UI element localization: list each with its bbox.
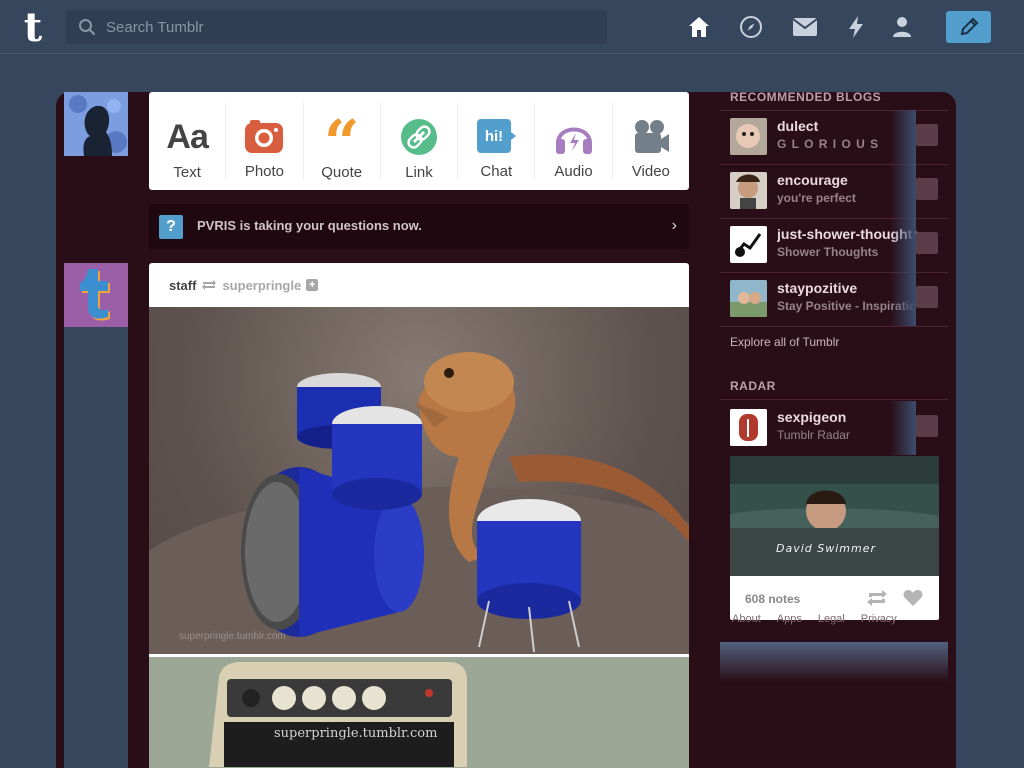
post-type-label: Photo (244, 163, 285, 180)
like-heart-icon[interactable] (903, 589, 923, 612)
explore-link[interactable]: Explore all of Tumblr (730, 335, 839, 349)
blog-avatar[interactable] (730, 280, 767, 317)
image-caption: David Swimmer (776, 542, 876, 555)
inbox-envelope-icon[interactable] (792, 14, 818, 40)
search-box[interactable] (66, 10, 607, 44)
reblog-icon[interactable] (866, 589, 888, 612)
logo-letter: t (24, 7, 43, 47)
blog-avatar[interactable] (730, 226, 767, 263)
recommended-blog-item[interactable]: encourage you're perfect (720, 164, 948, 218)
svg-text:hi!: hi! (485, 128, 503, 145)
post-type-video[interactable]: Video (613, 102, 689, 180)
post-photo-amplifier[interactable]: superpringle.tumblr.com (149, 657, 689, 768)
follow-button[interactable] (916, 415, 938, 437)
question-icon: ? (159, 215, 183, 239)
radar-post-card[interactable]: David Swimmer 608 notes (730, 456, 939, 620)
blog-avatar[interactable] (730, 118, 767, 155)
search-input[interactable] (106, 10, 596, 44)
blog-avatar[interactable] (730, 409, 767, 446)
post-type-label: Video (631, 163, 670, 180)
account-person-icon[interactable] (889, 14, 915, 40)
footer-link-apps[interactable]: Apps (777, 613, 802, 625)
camera-icon (243, 118, 285, 155)
search-icon (79, 19, 96, 36)
follow-button[interactable] (916, 232, 938, 254)
post-header: staff superpringle + (149, 263, 689, 307)
fade-overlay (890, 164, 916, 218)
post-type-label: Link (405, 164, 433, 181)
post-type-label: Text (173, 164, 201, 181)
footer-link-about[interactable]: About (732, 613, 761, 625)
text-icon: Aa (166, 117, 208, 156)
compose-post-button[interactable] (946, 11, 991, 43)
follow-button[interactable] (916, 178, 938, 200)
footer-link-legal[interactable]: Legal (818, 613, 845, 625)
post-author[interactable]: staff (169, 278, 196, 293)
post-type-photo[interactable]: Photo (226, 102, 304, 180)
radar-image[interactable]: David Swimmer (730, 456, 939, 576)
notes-count[interactable]: 608 notes (745, 592, 800, 606)
recommended-blog-item[interactable]: staypozitive Stay Positive - Inspiration (720, 272, 948, 326)
user-avatar[interactable] (64, 92, 128, 156)
explore-compass-icon[interactable] (738, 14, 764, 40)
activity-lightning-icon[interactable] (843, 14, 869, 40)
recommended-blog-item[interactable]: just-shower-thoughts Shower Thoughts (720, 218, 948, 272)
post-type-chat[interactable]: hi! Chat (458, 102, 536, 180)
follow-plus-icon[interactable]: + (306, 279, 319, 291)
pencil-icon (960, 17, 978, 36)
post-type-label: Chat (480, 163, 513, 180)
post-type-audio[interactable]: Audio (535, 102, 613, 180)
chat-icon: hi! (475, 118, 517, 155)
reblog-icon (202, 280, 217, 290)
fade-overlay (890, 110, 916, 164)
recommended-blogs-title: RECOMMENDED BLOGS (730, 90, 882, 104)
follow-button[interactable] (916, 124, 938, 146)
photo-watermark: superpringle.tumblr.com (179, 631, 286, 642)
quote-icon: “ (323, 106, 360, 179)
radar-blog-item[interactable]: sexpigeon Tumblr Radar (720, 401, 948, 455)
link-icon (398, 118, 440, 156)
post-type-label: Quote (321, 164, 363, 181)
divider (720, 399, 948, 400)
staff-avatar[interactable] (64, 263, 128, 327)
video-camera-icon (630, 118, 672, 155)
headphones-icon (553, 118, 595, 155)
radar-title: RADAR (730, 379, 776, 393)
post-photo-lizard-drums[interactable]: superpringle.tumblr.com (149, 307, 689, 654)
dashboard-post: staff superpringle + superpringle.tumblr… (149, 263, 689, 768)
footer-links: About Apps Legal Privacy (732, 613, 897, 625)
banner-text: PVRIS is taking your questions now. (197, 218, 422, 233)
tumblr-logo[interactable]: t (16, 4, 50, 51)
post-avatar-column (64, 263, 128, 768)
top-navigation-bar: t (0, 0, 1024, 54)
photo-watermark: superpringle.tumblr.com (274, 726, 437, 741)
home-icon[interactable] (686, 14, 712, 40)
post-type-link[interactable]: Link (381, 102, 459, 181)
fade-overlay (890, 272, 916, 326)
recommended-blog-item[interactable]: dulect G L O R I O U S (720, 110, 948, 164)
footer-fade (720, 642, 948, 682)
footer-link-privacy[interactable]: Privacy (861, 613, 897, 625)
post-type-label: Audio (554, 163, 593, 180)
post-type-selector: Aa Text Photo “ Quote Link hi! Chat Audi… (149, 92, 689, 190)
post-type-quote[interactable]: “ Quote (304, 102, 381, 181)
answer-time-banner[interactable]: ? PVRIS is taking your questions now. › (149, 204, 689, 249)
follow-button[interactable] (916, 286, 938, 308)
reblog-source[interactable]: superpringle (222, 278, 301, 293)
chevron-right-icon: › (671, 217, 677, 234)
blog-avatar[interactable] (730, 172, 767, 209)
divider (720, 326, 948, 327)
fade-overlay (890, 401, 916, 455)
fade-overlay (890, 218, 916, 272)
post-type-text[interactable]: Aa Text (149, 102, 227, 181)
